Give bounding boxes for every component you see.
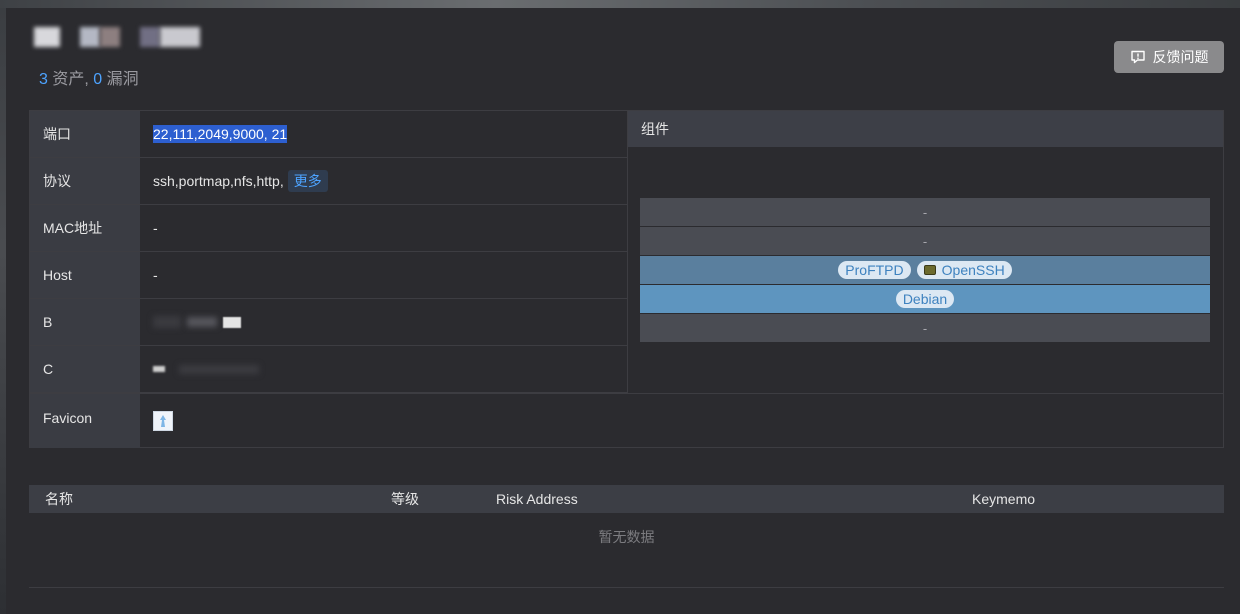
info-row-host: Host - <box>30 252 627 299</box>
protocol-value: ssh,portmap,nfs,http, 更多 <box>140 158 627 204</box>
table-bottom-divider <box>29 587 1224 588</box>
asset-count-label: 资产, <box>47 71 94 88</box>
component-chip-openssh[interactable]: OpenSSH <box>916 261 1012 279</box>
openssh-label: OpenSSH <box>941 262 1005 278</box>
col-name[interactable]: 名称 <box>45 489 73 509</box>
favicon-label: Favicon <box>30 394 140 448</box>
component-layer-2: - <box>640 227 1210 255</box>
component-layer-2-text: - <box>922 233 928 249</box>
component-layer-1: - <box>640 198 1210 226</box>
asset-title-redacted <box>34 27 200 47</box>
port-value: 22,111,2049,9000, 21 <box>140 111 627 157</box>
asset-stats: 3 资产, 0 漏洞 <box>39 65 139 89</box>
vuln-count[interactable]: 0 <box>93 71 102 88</box>
col-level[interactable]: 等级 <box>391 489 419 509</box>
more-protocols-link[interactable]: 更多 <box>287 170 328 192</box>
c-value-redacted <box>140 346 627 392</box>
openssh-icon <box>923 265 936 275</box>
mac-value: - <box>153 220 158 236</box>
vulnerability-table-header: 名称 等级 Risk Address Keymemo <box>29 485 1224 513</box>
favicon-image[interactable] <box>153 411 173 431</box>
info-row-c: C <box>30 346 627 393</box>
component-chip-proftpd[interactable]: ProFTPD <box>838 261 911 279</box>
host-value: - <box>153 267 158 283</box>
port-label: 端口 <box>30 111 140 157</box>
protocol-label: 协议 <box>30 158 140 204</box>
host-label: Host <box>30 252 140 298</box>
c-label: C <box>30 346 140 392</box>
component-chip-debian[interactable]: Debian <box>895 290 955 308</box>
port-value-text[interactable]: 22,111,2049,9000, 21 <box>153 125 288 143</box>
components-header: 组件 <box>628 111 1223 147</box>
component-layer-5-text: - <box>922 320 928 336</box>
window-top-edge <box>0 0 1240 8</box>
col-risk-address[interactable]: Risk Address <box>496 491 578 507</box>
info-row-favicon: Favicon <box>30 393 1223 448</box>
asset-info-box: 端口 22,111,2049,9000, 21 协议 ssh,portmap,n… <box>29 110 1224 448</box>
b-value-redacted <box>140 299 627 345</box>
asset-info-table: 端口 22,111,2049,9000, 21 协议 ssh,portmap,n… <box>30 111 628 393</box>
component-layer-1-text: - <box>922 204 928 220</box>
col-keymemo[interactable]: Keymemo <box>972 491 1035 507</box>
feedback-button[interactable]: 反馈问题 <box>1114 41 1224 73</box>
debian-label: Debian <box>902 291 948 307</box>
feedback-icon <box>1130 50 1145 64</box>
protocol-value-text: ssh,portmap,nfs,http, <box>153 173 284 189</box>
favicon-icon <box>160 415 166 427</box>
info-row-protocol: 协议 ssh,portmap,nfs,http, 更多 <box>30 158 627 205</box>
component-layer-4: Debian <box>640 285 1210 313</box>
component-stack: - - ProFTPD OpenSSH Debian - <box>640 198 1210 343</box>
b-label: B <box>30 299 140 345</box>
component-layer-3: ProFTPD OpenSSH <box>640 256 1210 284</box>
proftpd-label: ProFTPD <box>845 262 904 278</box>
empty-state: 暂无数据 <box>598 529 655 545</box>
mac-label: MAC地址 <box>30 205 140 251</box>
feedback-button-label: 反馈问题 <box>1152 49 1209 65</box>
info-row-port: 端口 22,111,2049,9000, 21 <box>30 111 627 158</box>
component-layer-5: - <box>640 314 1210 342</box>
vuln-count-label: 漏洞 <box>102 71 139 88</box>
vulnerability-table: 名称 等级 Risk Address Keymemo 暂无数据 <box>29 485 1224 561</box>
components-panel: 组件 - - ProFTPD OpenSSH Debian - <box>628 111 1223 393</box>
asset-count[interactable]: 3 <box>39 71 48 88</box>
info-row-mac: MAC地址 - <box>30 205 627 252</box>
favicon-value <box>140 394 173 448</box>
info-row-b: B <box>30 299 627 346</box>
